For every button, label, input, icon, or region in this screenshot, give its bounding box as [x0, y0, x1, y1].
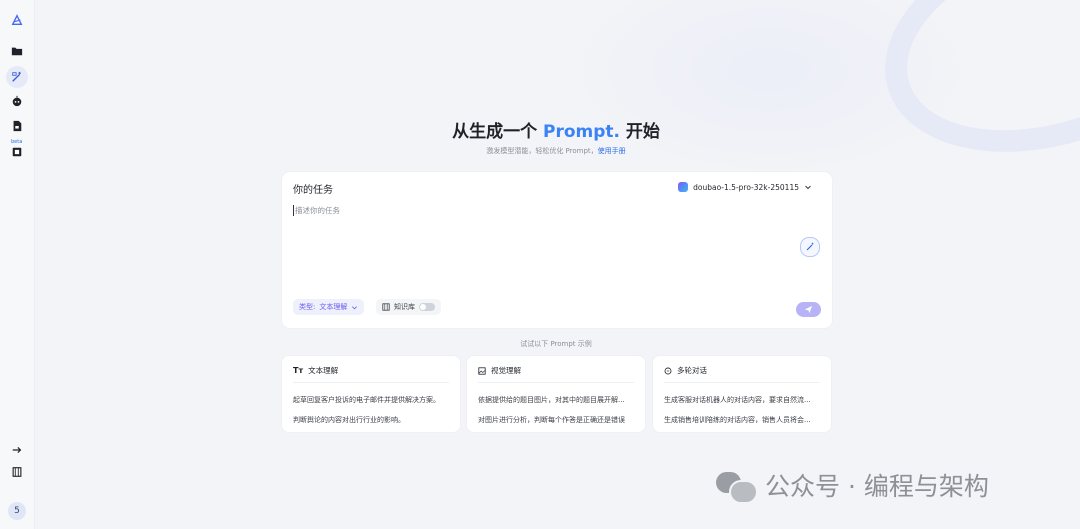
task-title: 你的任务 [293, 185, 333, 196]
type-select[interactable]: 类型: 文本理解 [293, 299, 365, 315]
wechat-logo-icon [716, 469, 758, 504]
example-prompt[interactable]: 依据提供给的题目图片，对其中的题目展开解... [478, 395, 637, 405]
title-suffix: 开始 [620, 122, 660, 142]
example-card-header: Tт 文本理解 [293, 365, 338, 376]
page-title: 从生成一个 Prompt. 开始 [0, 117, 1080, 142]
optimize-button[interactable] [800, 237, 820, 257]
example-card-dialog[interactable]: 多轮对话 生成客服对话机器人的对话内容，要求自然流... 生成销售培训陪练的对话… [653, 356, 831, 432]
knowledge-base-toggle[interactable]: 知识库 [376, 299, 441, 315]
example-card-title: 视觉理解 [491, 366, 521, 375]
type-label: 类型: [299, 303, 316, 311]
model-name: doubao-1.5-pro-32k-250115 [693, 182, 799, 192]
watermark: 公众号 · 编程与架构 [716, 467, 989, 504]
folder-icon[interactable] [6, 40, 28, 62]
robot-icon[interactable] [6, 90, 28, 112]
title-accent: Prompt. [543, 122, 620, 142]
chevron-down-icon [805, 185, 811, 190]
example-card-title: 文本理解 [308, 366, 339, 375]
example-prompt[interactable]: 对图片进行分析，判断每个作答是正确还是错误 [478, 415, 637, 425]
page-subtitle: 激发模型潜能，轻松优化 Prompt，使用手册 [0, 146, 1080, 156]
text-format-icon: Tт [293, 366, 304, 375]
type-value: 文本理解 [319, 303, 348, 311]
send-button[interactable] [796, 302, 821, 317]
divider [293, 382, 449, 383]
knowledge-base-label: 知识库 [394, 303, 415, 311]
examples-hint: 试试以下 Prompt 示例 [520, 340, 592, 348]
model-logo-icon [678, 182, 689, 192]
toggle-switch[interactable] [419, 303, 435, 311]
sidebar: beta 5 [0, 0, 35, 529]
example-card-text[interactable]: Tт 文本理解 起草回复客户投诉的电子邮件并提供解决方案。 判断舆论的内容对出行… [282, 356, 460, 432]
divider [478, 382, 634, 383]
magic-wand-icon [806, 242, 814, 251]
example-card-header: 多轮对话 [664, 365, 707, 376]
chat-icon [664, 367, 672, 374]
magic-edit-icon[interactable] [6, 66, 28, 88]
watermark-text: 公众号 · 编程与架构 [765, 472, 989, 501]
subtitle-text: 激发模型潜能，轻松优化 Prompt， [486, 147, 598, 155]
title-prefix: 从生成一个 [452, 122, 543, 142]
app-logo-icon[interactable] [6, 9, 28, 31]
chevron-down-icon [352, 305, 358, 309]
task-card: 你的任务 doubao-1.5-pro-32k-250115 类型: 文本理解 … [282, 172, 832, 328]
model-select[interactable]: doubao-1.5-pro-32k-250115 [678, 182, 812, 192]
example-prompt[interactable]: 生成销售培训陪练的对话内容，销售人员将会... [664, 415, 823, 425]
manual-link[interactable]: 使用手册 [598, 147, 626, 155]
example-prompt[interactable]: 判断舆论的内容对出行行业的影响。 [293, 415, 452, 425]
book-icon[interactable] [6, 461, 28, 483]
arrow-right-icon[interactable] [6, 439, 28, 461]
knowledge-base-icon [382, 303, 390, 311]
example-card-header: 视觉理解 [478, 365, 521, 376]
send-icon [804, 305, 813, 314]
example-prompt[interactable]: 起草回复客户投诉的电子邮件并提供解决方案。 [293, 395, 452, 405]
example-card-title: 多轮对话 [677, 366, 707, 375]
example-prompt[interactable]: 生成客服对话机器人的对话内容，要求自然流... [664, 395, 823, 405]
avatar[interactable]: 5 [8, 502, 26, 520]
task-input[interactable] [293, 205, 797, 216]
divider [664, 382, 820, 383]
example-card-vision[interactable]: 视觉理解 依据提供给的题目图片，对其中的题目展开解... 对图片进行分析，判断每… [467, 356, 645, 432]
image-icon [478, 366, 486, 375]
